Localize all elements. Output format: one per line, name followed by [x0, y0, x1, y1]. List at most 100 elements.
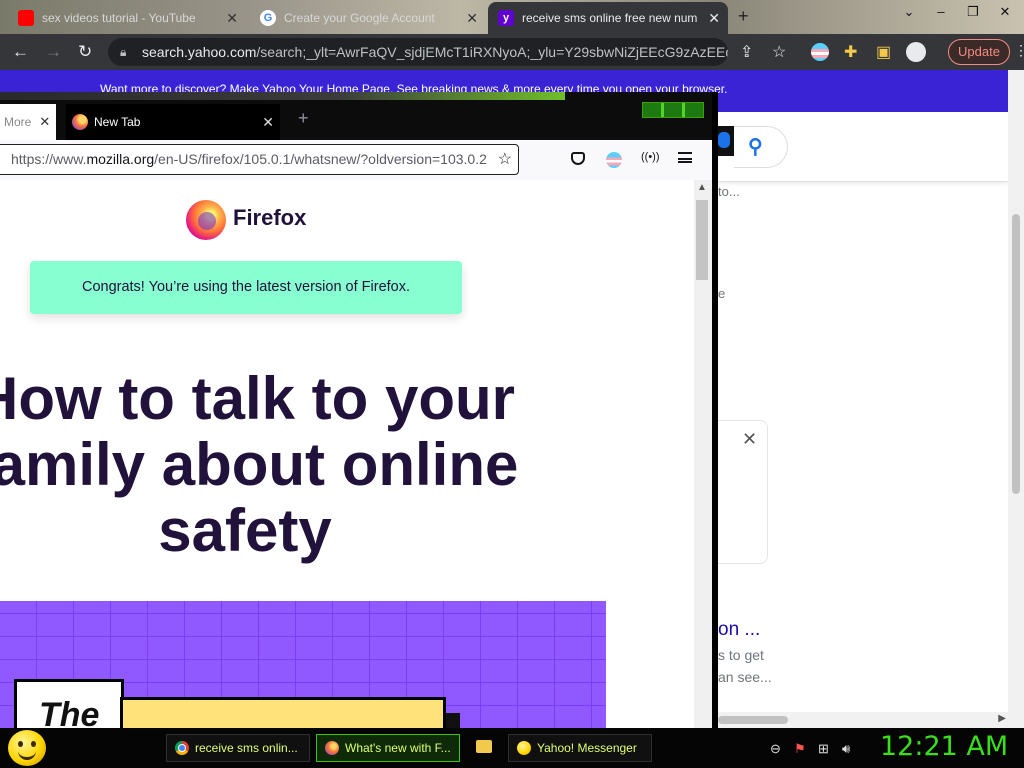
- close-icon[interactable]: ✕: [226, 10, 238, 27]
- scroll-right-icon[interactable]: ▶: [998, 713, 1006, 724]
- yahoo-messenger-icon: [517, 741, 531, 755]
- window-border: [712, 92, 718, 728]
- scrollbar-thumb[interactable]: [1012, 214, 1020, 494]
- taskbar-item-yahoo-messenger[interactable]: Yahoo! Messenger: [508, 734, 652, 762]
- flag-extension-icon[interactable]: [811, 43, 829, 61]
- firefox-tab-more[interactable]: More ✕: [0, 104, 56, 140]
- result-snippet: an see...: [718, 669, 772, 685]
- promo-illustration: The: [0, 601, 606, 728]
- chrome-tab-title: Create your Google Account: [284, 11, 435, 25]
- url-domain: mozilla.org: [86, 151, 155, 167]
- close-icon[interactable]: ✕: [466, 10, 478, 27]
- bookmark-star-icon[interactable]: ☆: [498, 145, 512, 174]
- firefox-logo-globe: [198, 212, 216, 230]
- firefox-icon: [325, 741, 339, 755]
- action-center-flag-icon[interactable]: ⚑: [794, 741, 806, 757]
- taskbar-clock[interactable]: 12:21 AM: [880, 731, 1008, 762]
- chrome-tab-title: receive sms online free new num: [522, 11, 698, 25]
- firefox-url-bar[interactable]: https://www.mozilla.org/en-US/firefox/10…: [0, 144, 519, 175]
- share-icon[interactable]: ⇪: [740, 42, 753, 62]
- taskbar-item-chrome[interactable]: receive sms onlin...: [166, 734, 310, 762]
- tray-status-icon[interactable]: ⊖: [770, 741, 781, 757]
- chrome-tab-strip: sex videos tutorial - YouTube ✕ G Create…: [0, 0, 1024, 34]
- titlebar-highlight: [0, 92, 565, 100]
- start-smiley-icon[interactable]: [8, 730, 46, 766]
- side-panel-icon[interactable]: ▣: [876, 42, 891, 62]
- volume-icon[interactable]: 🔊︎: [842, 741, 850, 757]
- close-icon[interactable]: ✕: [262, 114, 274, 131]
- restore-icon[interactable]: ❐: [962, 4, 984, 20]
- search-button[interactable]: ⚲: [734, 126, 788, 168]
- result-snippet: s to get: [718, 647, 764, 663]
- taskbar: receive sms onlin... What's new with F..…: [0, 728, 1024, 768]
- chrome-tab-title: sex videos tutorial - YouTube: [42, 11, 196, 25]
- scrollbar-thumb[interactable]: [696, 200, 708, 280]
- vertical-scrollbar[interactable]: [1008, 70, 1024, 728]
- close-icon[interactable]: ✕: [708, 10, 720, 27]
- taskbar-item-label: Yahoo! Messenger: [537, 741, 637, 755]
- result-title-link[interactable]: on ...: [718, 619, 760, 641]
- google-icon: G: [260, 10, 276, 26]
- close-icon[interactable]: ✕: [39, 114, 50, 130]
- minimize-icon[interactable]: –: [930, 4, 952, 20]
- youtube-icon: [18, 10, 34, 26]
- promo-box: [120, 697, 446, 728]
- promo-shadow: [446, 713, 460, 728]
- network-icon[interactable]: ⊞: [818, 741, 829, 757]
- firefox-wordmark: Firefox: [233, 205, 307, 230]
- pocket-icon[interactable]: [571, 152, 585, 165]
- new-tab-button[interactable]: +: [298, 108, 309, 129]
- search-icon: ⚲: [748, 136, 763, 158]
- vertical-scrollbar[interactable]: ▲: [694, 180, 712, 728]
- congrats-banner: Congrats! You’re using the latest versio…: [30, 261, 462, 314]
- yahoo-search-bar: ⚲: [718, 112, 1008, 182]
- result-card: ✕: [718, 420, 768, 564]
- bookmark-star-icon[interactable]: ☆: [772, 42, 786, 62]
- url-path: /search;_ylt=AwrFaQV_sjdjEMcT1iRXNyoA;_y…: [256, 44, 728, 60]
- hamburger-menu-icon[interactable]: [678, 152, 692, 163]
- url-prefix: https://www.: [11, 151, 87, 167]
- flag-extension-icon[interactable]: [606, 152, 622, 168]
- chrome-tab-google[interactable]: G Create your Google Account ✕: [250, 2, 486, 34]
- taskbar-item-label: receive sms onlin...: [195, 741, 298, 755]
- firefox-tab-new-tab[interactable]: New Tab ✕: [66, 104, 280, 140]
- promo-word: The: [39, 696, 100, 728]
- close-icon[interactable]: ✕: [994, 4, 1016, 20]
- broadcast-icon[interactable]: ((•)): [641, 151, 660, 163]
- tab-title: More: [4, 115, 32, 129]
- more-menu-icon[interactable]: ⋮: [1014, 42, 1024, 59]
- folder-icon[interactable]: [476, 740, 492, 753]
- horizontal-scrollbar[interactable]: ▶: [718, 712, 1008, 728]
- url-host: search.yahoo.com: [142, 44, 257, 60]
- chrome-tab-yahoo[interactable]: y receive sms online free new num ✕: [488, 2, 728, 34]
- result-snippet: e: [718, 286, 726, 301]
- firefox-page: Firefox Congrats! You’re using the lates…: [0, 180, 694, 728]
- lock-icon: 🔒︎: [120, 45, 127, 59]
- chevron-down-icon[interactable]: ⌄: [898, 4, 920, 20]
- chrome-toolbar: ← → ↻ 🔒︎ search.yahoo.com/search;_ylt=Aw…: [0, 34, 1024, 70]
- back-icon[interactable]: ←: [12, 42, 29, 62]
- url-path: /en-US/firefox/105.0.1/whatsnew/?oldvers…: [154, 151, 487, 167]
- forward-icon[interactable]: →: [45, 42, 62, 62]
- address-bar[interactable]: 🔒︎ search.yahoo.com/search;_ylt=AwrFaQV_…: [108, 38, 728, 66]
- close-icon[interactable]: ✕: [742, 429, 757, 450]
- chrome-tab-youtube[interactable]: sex videos tutorial - YouTube ✕: [8, 2, 246, 34]
- scroll-up-icon[interactable]: ▲: [697, 182, 707, 193]
- taskbar-item-label: What's new with F...: [345, 741, 451, 755]
- scrollbar-thumb[interactable]: [718, 716, 788, 724]
- taskbar-item-firefox[interactable]: What's new with F...: [316, 734, 460, 762]
- yahoo-icon: y: [498, 10, 514, 26]
- chrome-icon: [175, 741, 189, 755]
- tab-title: New Tab: [94, 115, 141, 129]
- microphone-icon[interactable]: [718, 132, 730, 148]
- firefox-window-controls[interactable]: [642, 102, 704, 118]
- update-button[interactable]: Update: [948, 39, 1010, 65]
- promo-card: The: [14, 679, 124, 728]
- extensions-puzzle-icon[interactable]: ✚: [844, 42, 857, 62]
- new-tab-button[interactable]: +: [738, 6, 749, 27]
- reload-icon[interactable]: ↻: [78, 42, 92, 62]
- profile-avatar[interactable]: [906, 42, 926, 62]
- page-headline: How to talk to your family about online …: [0, 365, 519, 564]
- firefox-window: More ✕ New Tab ✕ + https://www.mozilla.o…: [0, 92, 718, 728]
- firefox-toolbar: https://www.mozilla.org/en-US/firefox/10…: [0, 140, 712, 180]
